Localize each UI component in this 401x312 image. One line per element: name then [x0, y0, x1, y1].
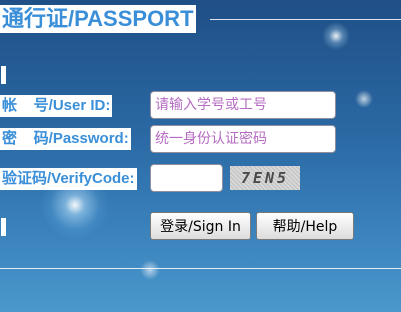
help-button[interactable]: 帮助/Help [256, 212, 354, 240]
section-marker [1, 66, 6, 84]
light-flare-decoration [322, 22, 350, 50]
verifycode-input[interactable] [150, 164, 223, 192]
userid-label: 帐 号/User ID: [0, 95, 113, 117]
light-flare-decoration [140, 260, 160, 280]
userid-input[interactable] [150, 91, 336, 119]
section-marker [1, 218, 6, 236]
verifycode-label: 验证码/VerifyCode: [0, 168, 137, 190]
captcha-image[interactable]: 7EN5 [230, 166, 300, 190]
password-label: 密 码/Password: [0, 128, 131, 150]
title-divider [210, 19, 401, 20]
sign-in-button[interactable]: 登录/Sign In [150, 212, 251, 240]
footer-divider [0, 268, 401, 269]
password-input[interactable] [150, 125, 336, 153]
page-title: 通行证/PASSPORT [0, 5, 196, 33]
light-flare-decoration [355, 90, 373, 108]
